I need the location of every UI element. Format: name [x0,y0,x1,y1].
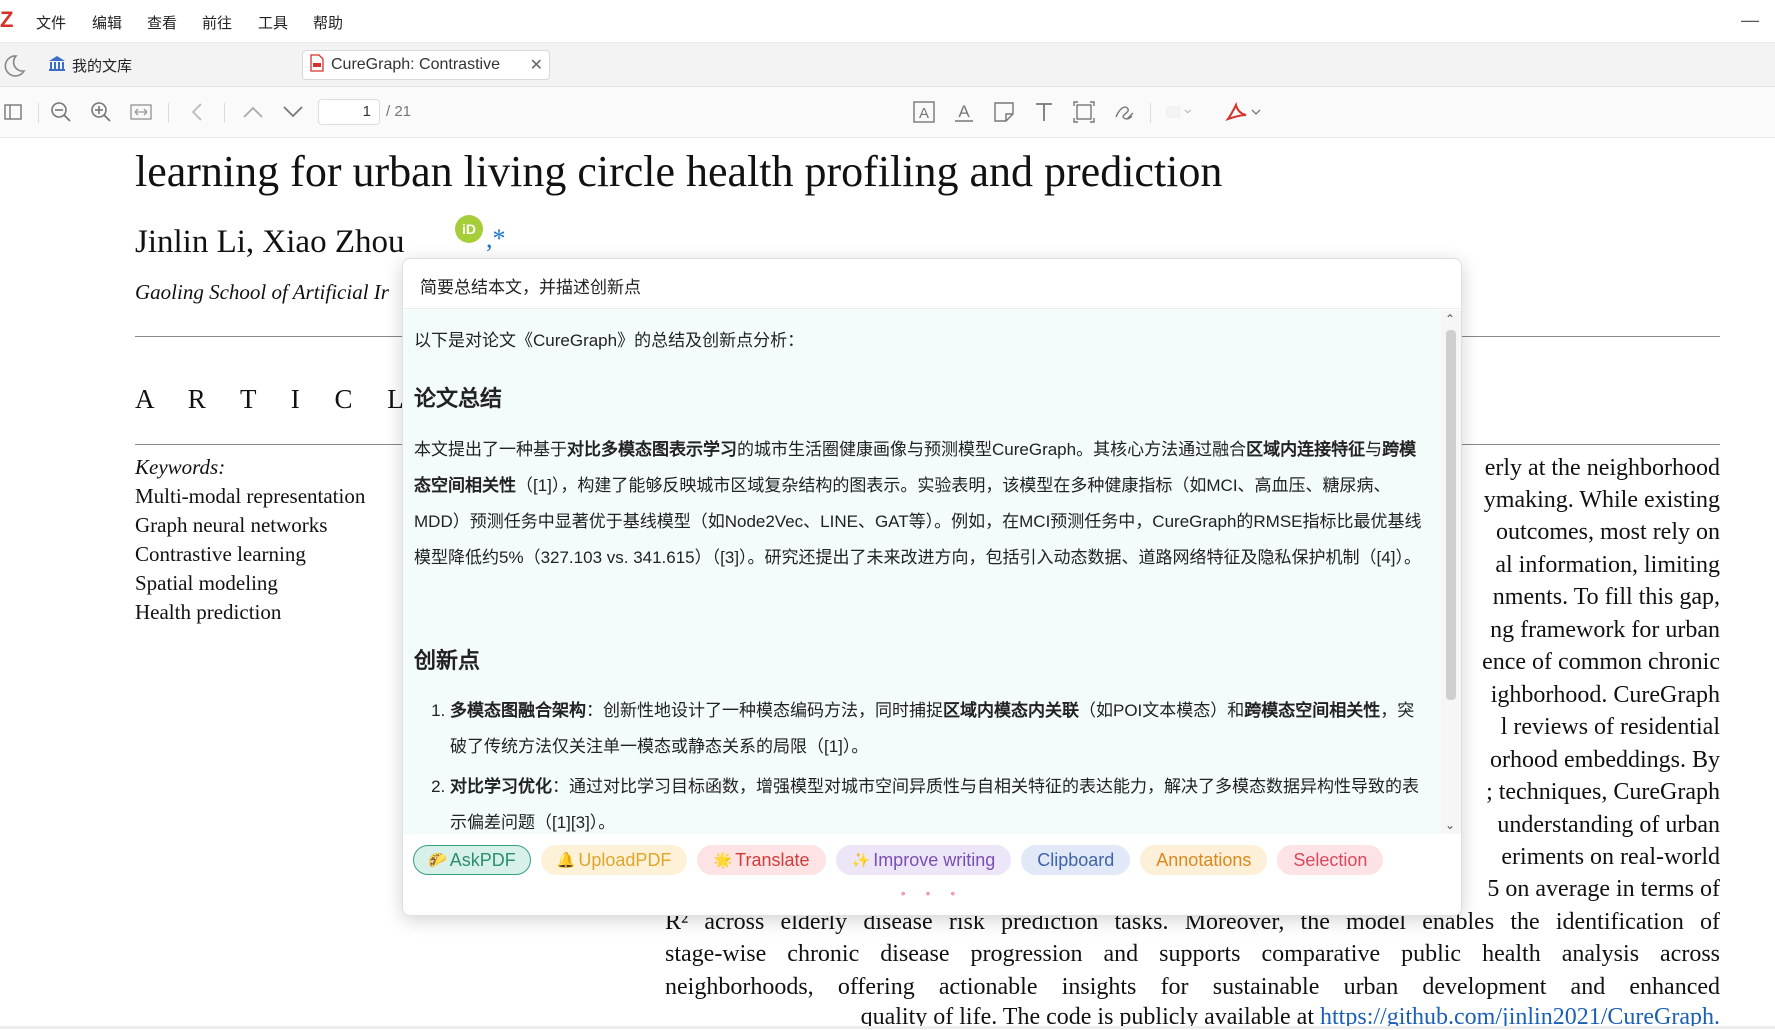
innovation-list: 多模态图融合架构：创新性地设计了一种模态编码方法，同时捕捉区域内模态内关联（如P… [414,693,1430,834]
page-total: / 21 [386,103,412,120]
menu-go[interactable]: 前往 [202,12,232,33]
library-icon [48,54,66,76]
response-panel[interactable]: 以下是对论文《CureGraph》的总结及创新点分析： 论文总结 本文提出了一种… [403,310,1441,834]
abstract-line: understanding of urban [1497,812,1720,838]
reader-toolbar: 1 / 21 A A [0,87,1775,138]
tab-library-label: 我的文库 [72,57,133,75]
response-scrollbar[interactable]: ⌃ ⌄ [1441,310,1461,834]
area-select-icon[interactable] [1071,99,1097,125]
keyword: Health prediction [135,600,282,624]
keyword: Spatial modeling [135,571,278,595]
next-page-icon[interactable] [280,99,306,125]
paper-affiliation: Gaoling School of Artificial Ir [135,280,389,304]
fit-width-icon[interactable] [128,99,154,125]
tab-paper-label: CureGraph: Contrastive [331,56,500,73]
summary-heading: 论文总结 [414,386,503,411]
tab-library[interactable]: 我的文库 [48,53,132,77]
abstract-line: ng framework for urban [1490,617,1720,643]
paper-authors: Jinlin Li, Xiao Zhou [135,224,405,260]
back-icon[interactable] [184,99,210,125]
menu-view[interactable]: 查看 [147,12,177,33]
menubar: Z 文件 编辑 查看 前往 工具 帮助 — [0,0,1775,43]
innovation-item: 对比学习优化：通过对比学习目标函数，增强模型对城市空间异质性与自相关特征的表达能… [450,769,1430,834]
bell-icon: 🔔 [556,852,576,869]
corresponding-author-mark[interactable]: ,* [486,224,506,254]
abstract-line: eriments on real-world [1501,844,1720,870]
scroll-thumb[interactable] [1446,330,1456,700]
uploadpdf-button[interactable]: 🔔 UploadPDF [540,845,688,875]
page-number-input[interactable]: 1 [318,99,380,125]
svg-text:A: A [919,105,929,122]
divider [135,444,405,445]
prompt-input[interactable]: 简要总结本文，并描述创新点 [403,259,1461,309]
abstract-line: ighborhood. CureGraph [1490,682,1720,708]
keyword: Graph neural networks [135,513,328,537]
page-divider [0,1026,1775,1029]
innovation-heading: 创新点 [414,648,481,673]
menu-help[interactable]: 帮助 [313,12,343,33]
color-picker-icon[interactable] [1166,99,1192,125]
pdf-file-icon [309,53,325,77]
abstract-line: outcomes, most rely on [1496,519,1720,545]
abstract-line: ence of common chronic [1482,649,1720,675]
summary-body: 本文提出了一种基于对比多模态图表示学习的城市生活圈健康画像与预测模型CureGr… [414,440,1422,567]
translate-button[interactable]: 🌟 Translate [697,845,826,875]
previous-page-icon[interactable] [240,99,266,125]
minimize-button[interactable]: — [1741,10,1759,31]
divider [1460,444,1720,445]
annotations-button[interactable]: Annotations [1140,845,1268,875]
sparkles-icon: ✨ [851,852,871,869]
orcid-icon[interactable]: iD [455,215,483,243]
keywords-label: Keywords: [135,455,226,479]
abstract-line: stage-wise chronic disease progression a… [665,941,1720,967]
response-intro: 以下是对论文《CureGraph》的总结及创新点分析： [414,331,805,350]
app-logo-icon: Z [0,7,14,32]
menu-tools[interactable]: 工具 [258,12,288,33]
abstract-line: al information, limiting [1495,552,1720,578]
keyword: Multi-modal representation [135,484,366,508]
zoom-in-icon[interactable] [88,99,114,125]
zoom-out-icon[interactable] [48,99,74,125]
clipboard-button[interactable]: Clipboard [1021,845,1131,875]
note-icon[interactable] [991,99,1017,125]
pager-dots[interactable]: • • • [403,885,1461,901]
highlight-text-icon[interactable]: A [911,99,937,125]
text-box-icon[interactable] [1031,99,1057,125]
innovation-item: 多模态图融合架构：创新性地设计了一种模态编码方法，同时捕捉区域内模态内关联（如P… [450,693,1430,765]
tab-paper[interactable]: CureGraph: Contrastive ✕ [302,50,550,80]
taco-icon: 🌮 [428,852,447,869]
selection-button[interactable]: Selection [1277,845,1384,875]
star-icon: 🌟 [713,852,733,869]
improve-writing-button[interactable]: ✨ Improve writing [835,845,1012,875]
menu-edit[interactable]: 编辑 [92,12,122,33]
paper-title: learning for urban living circle health … [135,147,1223,196]
abstract-line: neighborhoods, offering actionable insig… [665,974,1720,1000]
sidebar-toggle-icon[interactable] [0,99,26,125]
night-mode-icon[interactable] [0,53,26,84]
tab-bar: 我的文库 CureGraph: Contrastive ✕ [0,43,1775,87]
abstract-line: erly at the neighborhood [1484,455,1720,481]
abstract-line: ; techniques, CureGraph [1486,779,1720,805]
abstract-line: l reviews of residential [1500,714,1720,740]
pdf-tools-icon[interactable] [1224,99,1264,125]
ai-assistant-popup: 简要总结本文，并描述创新点 以下是对论文《CureGraph》的总结及创新点分析… [402,258,1462,916]
scroll-down-icon[interactable]: ⌄ [1445,818,1455,832]
svg-text:A: A [958,102,970,121]
abstract-line: orhood embeddings. By [1490,747,1720,773]
abstract-line: ymaking. While existing [1483,487,1720,513]
askpdf-button[interactable]: 🌮 AskPDF [413,845,531,875]
keyword: Contrastive learning [135,542,306,566]
scroll-up-icon[interactable]: ⌃ [1445,312,1455,326]
abstract-line: nments. To fill this gap, [1492,584,1720,610]
action-chips: 🌮 AskPDF 🔔 UploadPDF 🌟 Translate ✨ Improve w… [413,845,1384,877]
abstract-line: 5 on average in terms of [1487,876,1720,902]
close-tab-icon[interactable]: ✕ [530,55,543,75]
underline-text-icon[interactable]: A [951,99,977,125]
ink-draw-icon[interactable] [1111,99,1137,125]
menu-file[interactable]: 文件 [36,12,66,33]
